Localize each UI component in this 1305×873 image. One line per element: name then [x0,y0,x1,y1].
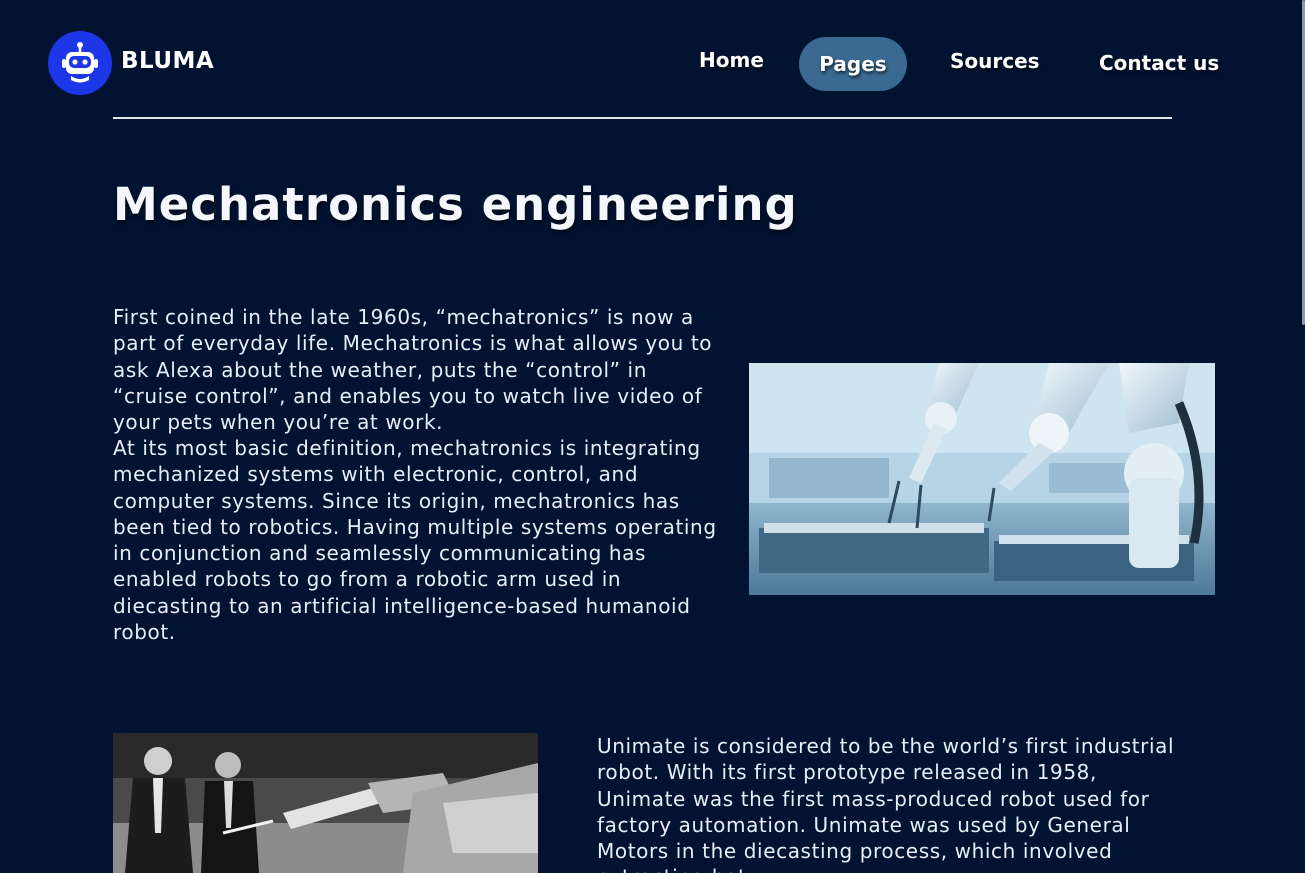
definition-paragraph: At its most basic definition, mechatroni… [113,436,717,645]
robot-arm-image [749,363,1215,595]
header-divider [113,117,1172,119]
unimate-paragraph: Unimate is considered to be the world’s … [597,734,1175,873]
page: BLUMA Home Pages Sources Contact us Mech… [0,0,1305,873]
nav-sources-link[interactable]: Sources [950,49,1040,73]
robot-head-icon [62,42,98,83]
brand-logo[interactable] [48,31,112,95]
page-title: Mechatronics engineering [113,178,798,231]
brand-name[interactable]: BLUMA [121,48,214,74]
nav-pages-label: Pages [819,52,887,76]
nav-contact-link[interactable]: Contact us [1099,51,1219,75]
nav-pages-link[interactable]: Pages [799,37,907,91]
intro-paragraph: First coined in the late 1960s, “mechatr… [113,305,713,435]
nav-home-link[interactable]: Home [699,48,764,72]
unimate-photo [113,733,538,873]
